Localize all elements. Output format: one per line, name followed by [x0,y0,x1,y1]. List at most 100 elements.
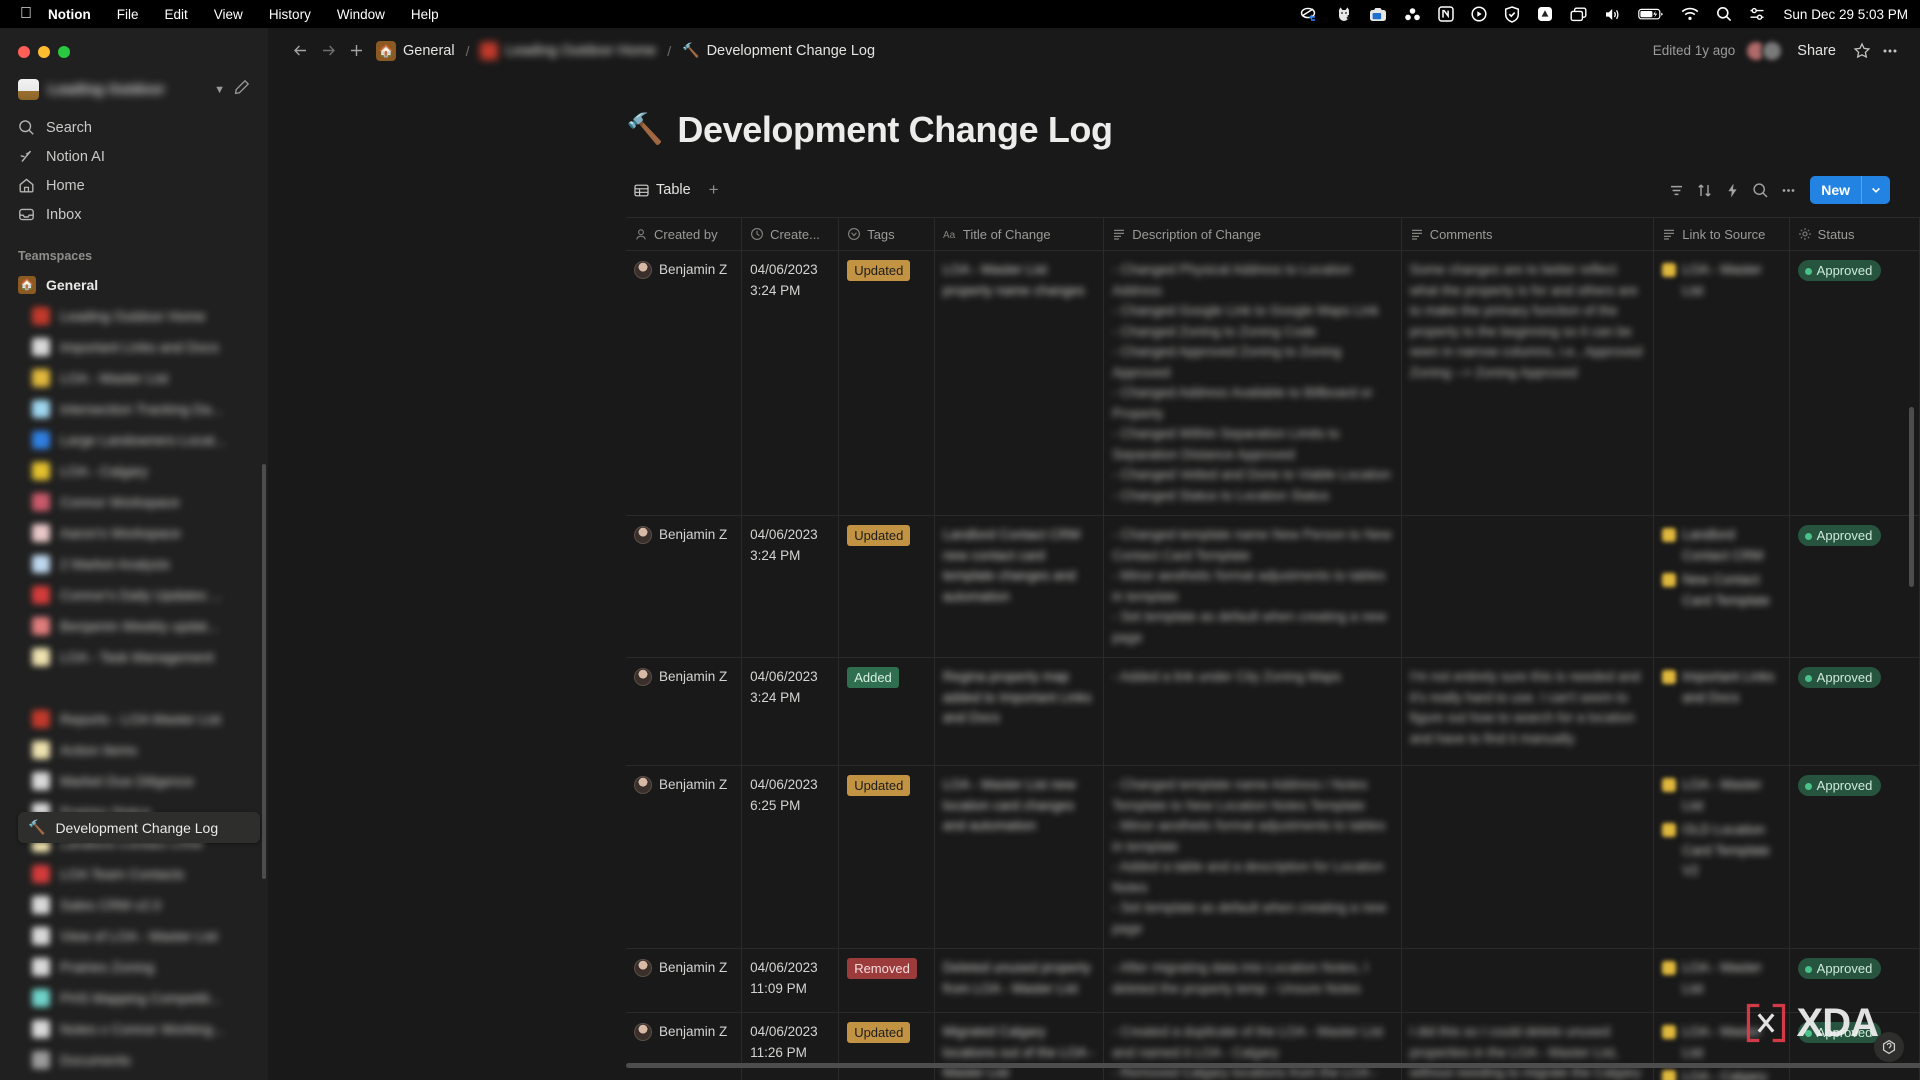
table-row[interactable]: Benjamin Z 04/06/2023 3:24 PM Added Regina p… [626,657,1920,766]
apple-menu-icon[interactable]:  [20,6,32,22]
sidebar-item-page[interactable]: Reports - LOA Master List [10,703,258,734]
new-page-icon[interactable] [234,79,250,100]
cell-link-to-source[interactable]: Important Links and Docs [1653,657,1790,766]
sidebar-item-page[interactable]: Aaron's Workspace [10,517,258,548]
cell-created-time[interactable]: 04/06/2023 3:24 PM [741,250,840,516]
cell-link-to-source[interactable]: LOA - Master List [1653,250,1790,516]
page-title[interactable]: Development Change Log [677,109,1113,151]
cell-description[interactable]: - Changed template name Address / Notes … [1103,765,1402,949]
cell-tags[interactable]: Updated [838,515,935,658]
menu-item-notion[interactable]: Notion [48,7,91,22]
table-row[interactable]: Benjamin Z 04/06/2023 11:26 PM Updated Migra… [626,1012,1920,1080]
help-bubble-icon[interactable] [1874,1032,1904,1062]
cell-created-time[interactable]: 04/06/2023 3:24 PM [741,515,840,658]
sidebar-item-page[interactable]: 2 Market Analysis [10,548,258,579]
cell-comments[interactable]: Some changes are to better reflect what … [1401,250,1655,516]
volume-icon[interactable] [1604,7,1621,22]
asana-icon[interactable] [1404,7,1421,21]
menu-bar-clock[interactable]: Sun Dec 29 5:03 PM [1783,7,1908,22]
cell-created-by[interactable]: Benjamin Z [626,657,743,766]
source-link[interactable]: Landlord Contact CRM [1662,525,1780,566]
cell-link-to-source[interactable]: LOA - Master List OLD Location Card Templ… [1653,765,1790,949]
sidebar-item-page[interactable]: Market Due Diligence [10,765,258,796]
cell-comments[interactable] [1401,515,1655,658]
cell-comments[interactable]: I did this so I could delete unused prop… [1401,1012,1655,1080]
cell-created-time[interactable]: 04/06/2023 6:25 PM [741,765,840,949]
tab-table-view[interactable]: Table [626,178,699,202]
sidebar-item-page[interactable]: Action Items [10,734,258,765]
sidebar-item-page[interactable]: LOA - Master List [10,362,258,393]
table-column-header[interactable]: Created by [626,217,743,251]
more-horizontal-icon[interactable] [1876,37,1904,65]
sidebar-item-page[interactable]: Leading Outdoor Home [10,300,258,331]
cell-tags[interactable]: Added [838,657,935,766]
arrow-right-icon[interactable] [314,37,342,65]
cell-description[interactable]: - Changed Physical Address to Location A… [1103,250,1402,516]
sidebar-item-development-change-log[interactable]: 🔨 Development Change Log [18,812,260,843]
source-link[interactable]: LOA - Master List [1662,775,1780,816]
table-row[interactable]: Benjamin Z 04/06/2023 3:24 PM Updated Landlo… [626,515,1920,658]
sidebar-item-page[interactable]: Benjamin Weekly updat... [10,610,258,641]
menu-item-help[interactable]: Help [411,7,439,22]
control-center-icon[interactable] [1749,7,1765,21]
cell-created-by[interactable]: Benjamin Z [626,515,743,658]
table-column-header[interactable]: Tags [838,217,935,251]
sidebar-item-page[interactable]: Large Landowners Locat... [10,424,258,455]
cell-title-of-change[interactable]: LOA - Master List property name changes [934,250,1105,516]
sort-icon[interactable] [1690,176,1718,204]
avatar[interactable] [1761,39,1784,62]
sidebar-item-search[interactable]: Search [10,113,258,142]
new-record-button[interactable]: New [1810,176,1890,204]
source-link[interactable]: LOA - Master List [1662,260,1780,301]
wifi-icon[interactable] [1681,7,1699,21]
close-window-button[interactable] [18,46,30,58]
plus-icon[interactable] [342,37,370,65]
cell-created-time[interactable]: 04/06/2023 11:26 PM [741,1012,840,1080]
cell-title-of-change[interactable]: Regina property map added to Important L… [934,657,1105,766]
sidebar-item-inbox[interactable]: Inbox [10,200,258,229]
table-column-header[interactable]: Link to Source [1653,217,1790,251]
hammer-emoji-icon[interactable]: 🔨 [626,115,663,145]
source-link[interactable]: New Contact Card Template [1662,570,1780,611]
breadcrumb-item-current[interactable]: Development Change Log [707,43,875,59]
cell-tags[interactable]: Updated [838,765,935,949]
filter-icon[interactable] [1662,176,1690,204]
sidebar-item-page[interactable]: Documents [10,1044,258,1075]
cell-description[interactable]: - Added a link under City Zoning Maps [1103,657,1402,766]
cell-created-time[interactable]: 04/06/2023 3:24 PM [741,657,840,766]
cell-title-of-change[interactable]: Deleted unused property from LOA - Maste… [934,948,1105,1013]
cell-comments[interactable] [1401,948,1655,1013]
minimize-window-button[interactable] [38,46,50,58]
cell-created-by[interactable]: Benjamin Z [626,1012,743,1080]
breadcrumb-item-parent[interactable]: Leading Outdoor Home [505,43,656,59]
cell-tags[interactable]: Updated [838,250,935,516]
menu-item-edit[interactable]: Edit [165,7,188,22]
menu-item-view[interactable]: View [214,7,243,22]
arrow-left-icon[interactable] [286,37,314,65]
menu-item-history[interactable]: History [269,7,311,22]
chevron-down-icon[interactable] [1862,184,1890,196]
search-icon[interactable] [1746,176,1774,204]
cell-tags[interactable]: Removed [838,948,935,1013]
sidebar-item-page[interactable]: PHS Mapping Competiti... [10,982,258,1013]
sidebar-item-home[interactable]: Home [10,171,258,200]
sidebar-item-general[interactable]: 🏠 General [10,269,258,300]
breadcrumb-item-general[interactable]: General [403,43,455,59]
sidebar-item-page[interactable]: Intersection Tracking Da... [10,393,258,424]
cat-download-icon[interactable] [1336,6,1352,22]
sidebar-item-page[interactable]: View of LOA - Master List [10,920,258,951]
menu-item-file[interactable]: File [117,7,139,22]
cell-comments[interactable] [1401,765,1655,949]
menu-item-window[interactable]: Window [337,7,385,22]
sidebar-item-page[interactable]: Connor Workspace [10,486,258,517]
sidebar-item-notion-ai[interactable]: Notion AI [10,142,258,171]
star-icon[interactable] [1848,37,1876,65]
sidebar-item-page[interactable]: Important Links and Docs [10,331,258,362]
workspace-switcher[interactable]: Leading Outdoor ▼ [10,74,258,105]
cell-created-by[interactable]: Benjamin Z [626,948,743,1013]
cell-status[interactable]: Approved [1789,765,1920,949]
cell-link-to-source[interactable]: Landlord Contact CRM New Contact Card Tem… [1653,515,1790,658]
cell-description[interactable]: - Changed template name New Person to Ne… [1103,515,1402,658]
cloud-sync-icon[interactable] [1300,7,1319,22]
chevron-down-icon[interactable]: ▼ [214,84,225,96]
